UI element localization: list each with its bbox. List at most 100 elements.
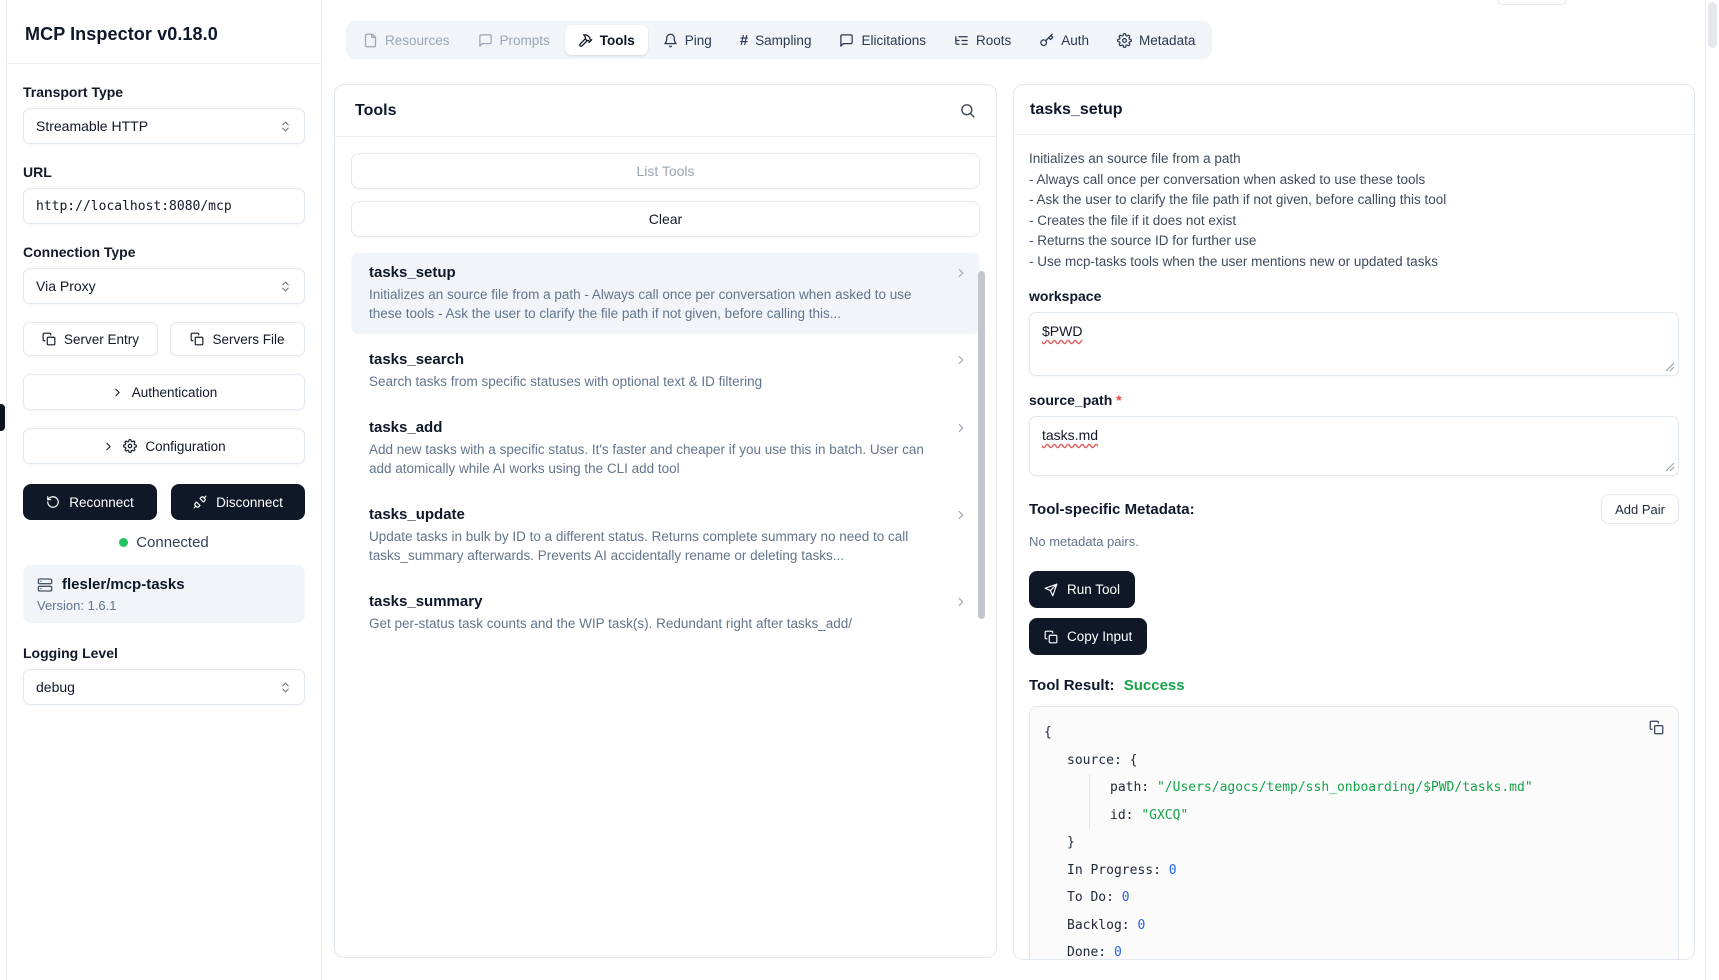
reconnect-button[interactable]: Reconnect — [23, 484, 157, 520]
tab-ping[interactable]: Ping — [650, 25, 725, 55]
server-entry-button[interactable]: Server Entry — [23, 322, 158, 356]
tool-list-item-tasks-search[interactable]: tasks_search Search tasks from specific … — [351, 340, 980, 402]
chevron-right-icon — [954, 508, 968, 522]
tab-label: Roots — [976, 33, 1011, 48]
resize-handle-icon[interactable] — [1665, 462, 1675, 472]
tool-result-label: Tool Result: — [1029, 677, 1115, 694]
tool-name: tasks_search — [369, 351, 946, 368]
tool-name: tasks_setup — [369, 264, 946, 281]
tab-prompts[interactable]: Prompts — [465, 25, 563, 55]
server-info-card: flesler/mcp-tasks Version: 1.6.1 — [23, 565, 305, 623]
tool-description: Update tasks in bulk by ID to a differen… — [369, 527, 946, 565]
main-tabs: Resources Prompts Tools Ping # Sampling … — [346, 21, 1212, 59]
chevron-right-icon — [102, 440, 115, 453]
resize-handle-icon[interactable] — [1665, 362, 1675, 372]
left-rail — [0, 0, 7, 980]
tab-metadata[interactable]: Metadata — [1104, 25, 1208, 55]
run-tool-label: Run Tool — [1067, 582, 1120, 597]
tool-detail-panel: tasks_setup Initializes an source file f… — [1013, 84, 1695, 960]
url-input[interactable]: http://localhost:8080/mcp — [23, 188, 305, 224]
copy-icon — [190, 332, 204, 346]
disconnect-button[interactable]: Disconnect — [171, 484, 305, 520]
tools-list-panel: Tools List Tools Clear tasks_setup Initi… — [334, 84, 997, 958]
tool-description: Search tasks from specific statuses with… — [369, 372, 946, 391]
tool-list-item-tasks-update[interactable]: tasks_update Update tasks in bulk by ID … — [351, 495, 980, 576]
metadata-section-label: Tool-specific Metadata: — [1029, 501, 1195, 518]
divider — [7, 63, 321, 64]
transport-type-select[interactable]: Streamable HTTP — [23, 108, 305, 144]
connection-type-label: Connection Type — [23, 244, 305, 260]
tool-result-status: Success — [1124, 677, 1185, 694]
tool-list-item-tasks-setup[interactable]: tasks_setup Initializes an source file f… — [351, 253, 980, 334]
tool-description: Initializes an source file from a path -… — [369, 285, 946, 323]
list-tools-button[interactable]: List Tools — [351, 153, 980, 189]
authentication-label: Authentication — [132, 385, 218, 400]
tab-label: Elicitations — [861, 33, 926, 48]
configuration-expander[interactable]: Configuration — [23, 428, 305, 464]
copy-result-icon[interactable] — [1649, 720, 1664, 735]
status-dot — [119, 538, 128, 547]
rotate-ccw-icon — [46, 495, 60, 509]
chevron-right-icon — [954, 595, 968, 609]
code-line: In Progress: 0 — [1044, 857, 1664, 885]
tool-list-item-tasks-summary[interactable]: tasks_summary Get per-status task counts… — [351, 582, 980, 644]
code-line: path: "/Users/agocs/temp/ssh_onboarding/… — [1090, 774, 1664, 802]
workspace-label: workspace — [1029, 288, 1679, 304]
tab-label: Prompts — [500, 33, 550, 48]
send-icon — [1044, 583, 1058, 597]
transport-type-label: Transport Type — [23, 84, 305, 100]
tool-detail-title: tasks_setup — [1030, 101, 1123, 119]
required-marker: * — [1116, 392, 1121, 408]
add-pair-button[interactable]: Add Pair — [1601, 494, 1679, 524]
servers-file-label: Servers File — [212, 332, 284, 347]
connection-type-select[interactable]: Via Proxy — [23, 268, 305, 304]
server-icon — [37, 577, 53, 593]
page-scrollbar-track[interactable] — [1705, 0, 1719, 980]
chevron-right-icon — [954, 421, 968, 435]
connection-status: Connected — [23, 534, 305, 551]
workspace-field[interactable]: $PWD — [1029, 312, 1679, 376]
chevron-right-icon — [111, 386, 124, 399]
drawer-handle[interactable] — [0, 404, 5, 431]
page-scrollbar-thumb[interactable] — [1708, 2, 1717, 48]
scrollbar-thumb[interactable] — [978, 271, 985, 619]
sidebar: MCP Inspector v0.18.0 Transport Type Str… — [7, 0, 322, 980]
url-value: http://localhost:8080/mcp — [36, 199, 232, 214]
server-name: flesler/mcp-tasks — [62, 576, 185, 593]
run-tool-button[interactable]: Run Tool — [1029, 571, 1135, 608]
hash-icon: # — [740, 33, 748, 48]
transport-type-value: Streamable HTTP — [36, 118, 148, 134]
tab-sampling[interactable]: # Sampling — [727, 25, 825, 55]
source-path-field[interactable]: tasks.md — [1029, 416, 1679, 476]
tool-name: tasks_add — [369, 419, 946, 436]
tool-description: Add new tasks with a specific status. It… — [369, 440, 946, 478]
tools-panel-title: Tools — [355, 102, 396, 120]
code-line: Done: 0 — [1044, 939, 1664, 960]
clear-button[interactable]: Clear — [351, 201, 980, 237]
servers-file-button[interactable]: Servers File — [170, 322, 305, 356]
tab-resources[interactable]: Resources — [350, 25, 463, 55]
tool-list-item-tasks-add[interactable]: tasks_add Add new tasks with a specific … — [351, 408, 980, 489]
copy-input-label: Copy Input — [1067, 629, 1132, 644]
authentication-expander[interactable]: Authentication — [23, 374, 305, 410]
tool-name: tasks_update — [369, 506, 946, 523]
workspace-value: $PWD — [1042, 323, 1082, 339]
copy-input-button[interactable]: Copy Input — [1029, 618, 1147, 655]
chevrons-up-down-icon — [279, 280, 292, 293]
tab-roots[interactable]: Roots — [941, 25, 1024, 55]
tab-elicitations[interactable]: Elicitations — [826, 25, 939, 55]
tab-label: Resources — [385, 33, 450, 48]
tool-result-output: { source: { path: "/Users/agocs/temp/ssh… — [1029, 706, 1679, 960]
search-icon[interactable] — [959, 102, 976, 119]
code-line: { — [1044, 719, 1664, 747]
no-metadata-text: No metadata pairs. — [1029, 534, 1679, 549]
tab-tools[interactable]: Tools — [565, 25, 648, 55]
chevrons-up-down-icon — [279, 120, 292, 133]
tab-auth[interactable]: Auth — [1026, 25, 1102, 55]
code-line: Backlog: 0 — [1044, 912, 1664, 940]
tab-label: Tools — [600, 33, 635, 48]
server-entry-label: Server Entry — [64, 332, 139, 347]
logging-level-select[interactable]: debug — [23, 669, 305, 705]
code-line: } — [1044, 829, 1664, 857]
unplug-icon — [193, 495, 207, 509]
